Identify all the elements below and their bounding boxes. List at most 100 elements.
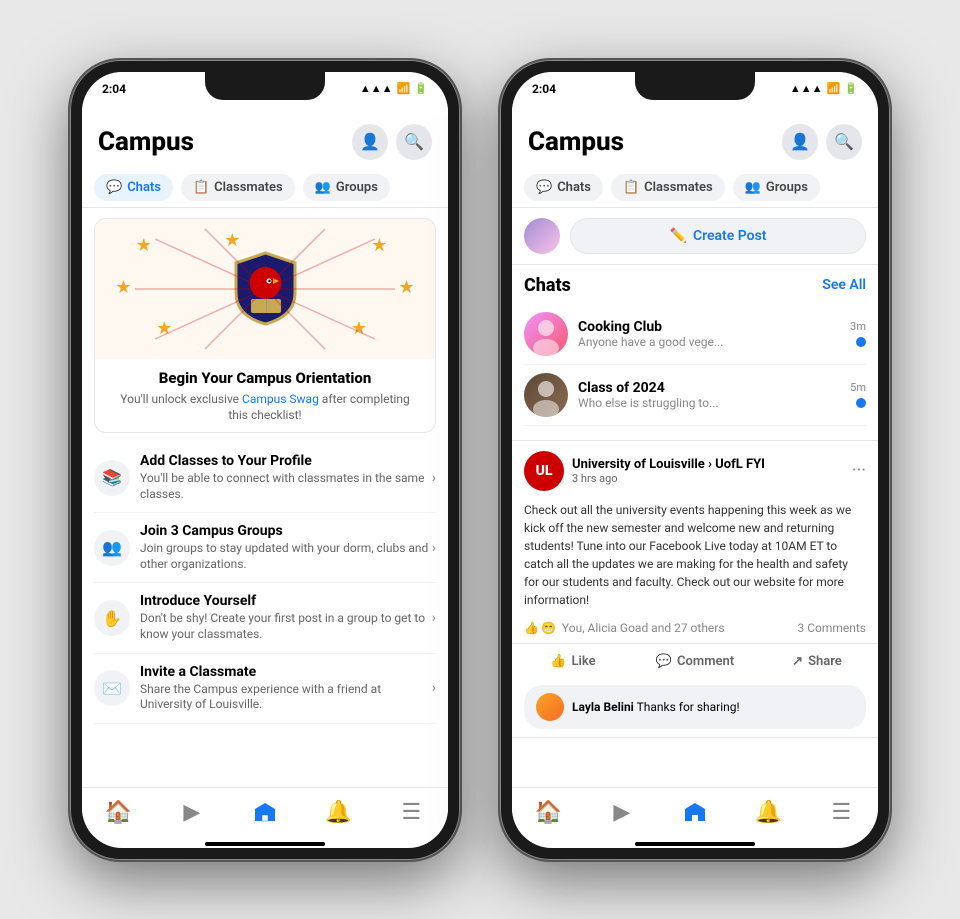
tab-classmates-label-1: Classmates bbox=[214, 180, 283, 195]
post-author: University of Louisville › UofL FYI bbox=[572, 457, 844, 472]
tab-groups-label-2: Groups bbox=[766, 180, 808, 195]
comment-button[interactable]: 💬 Comment bbox=[634, 648, 756, 675]
profile-icon-btn-1[interactable]: 👤 bbox=[352, 124, 388, 160]
share-label: Share bbox=[808, 654, 842, 669]
search-icon-btn-2[interactable]: 🔍 bbox=[826, 124, 862, 160]
banner-title: Begin Your Campus Orientation bbox=[109, 369, 421, 387]
checklist-item-2[interactable]: ✋ Introduce Yourself Don't be shy! Creat… bbox=[94, 583, 436, 653]
post-actions: 👍 Like 💬 Comment ↗ Share bbox=[512, 643, 878, 679]
like-label: Like bbox=[572, 654, 596, 669]
checklist-title-2: Introduce Yourself bbox=[140, 593, 432, 609]
search-icon-btn-1[interactable]: 🔍 bbox=[396, 124, 432, 160]
post-header: UL University of Louisville › UofL FYI 3… bbox=[512, 441, 878, 497]
checklist-item-3[interactable]: ✉️ Invite a Classmate Share the Campus e… bbox=[94, 654, 436, 724]
checklist-title-1: Join 3 Campus Groups bbox=[140, 523, 432, 539]
create-post-label: Create Post bbox=[693, 228, 767, 244]
chevron-right-icon-3: › bbox=[432, 680, 436, 696]
campus-swag-link[interactable]: Campus Swag bbox=[242, 392, 319, 406]
comment-count: 3 Comments bbox=[797, 621, 866, 635]
unread-dot-1 bbox=[856, 398, 866, 408]
tab-classmates-icon-2: 📋 bbox=[623, 180, 639, 195]
checklist-icon-2: ✋ bbox=[94, 600, 130, 636]
checklist-icon-0: 📚 bbox=[94, 460, 130, 496]
home-bar-2 bbox=[635, 842, 755, 846]
notch-2 bbox=[635, 72, 755, 100]
checklist-item-1[interactable]: 👥 Join 3 Campus Groups Join groups to st… bbox=[94, 513, 436, 583]
reaction-text: You, Alicia Goad and 27 others bbox=[562, 621, 725, 635]
phone-1: 2:04 ▲▲▲ 📶 🔋 Campus 👤 🔍 bbox=[70, 60, 460, 860]
chat-time-0: 3m bbox=[850, 320, 866, 333]
tab-chats-label-1: Chats bbox=[127, 180, 161, 195]
tab-groups-2[interactable]: 👥 Groups bbox=[733, 174, 820, 201]
tab-classmates-1[interactable]: 📋 Classmates bbox=[181, 174, 295, 201]
tab-chats-1[interactable]: 💬 Chats bbox=[94, 174, 173, 201]
nav-menu-1[interactable]: ☰ bbox=[391, 798, 431, 828]
tab-chats-2[interactable]: 💬 Chats bbox=[524, 174, 603, 201]
comment-icon: 💬 bbox=[656, 654, 672, 669]
profile-icon-btn-2[interactable]: 👤 bbox=[782, 124, 818, 160]
chat-item-1[interactable]: Class of 2024 Who else is struggling to.… bbox=[524, 365, 866, 426]
chats-section-header: Chats See All bbox=[524, 275, 866, 296]
chats-section: Chats See All Cooking Club bbox=[512, 265, 878, 432]
bottom-nav-1: 🏠 ▶ 🔔 ☰ bbox=[82, 787, 448, 836]
comment-author: Layla Belini bbox=[572, 700, 634, 714]
chat-preview-1: Who else is struggling to... bbox=[578, 396, 840, 410]
orientation-banner: ✕ ★ ★ ★ ★ ★ ★ ★ bbox=[94, 218, 436, 434]
nav-campus-2[interactable] bbox=[675, 798, 715, 828]
notch bbox=[205, 72, 325, 100]
rays-svg bbox=[95, 219, 435, 359]
edit-icon: ✏️ bbox=[670, 228, 687, 244]
screenshot-container: 2:04 ▲▲▲ 📶 🔋 Campus 👤 🔍 bbox=[20, 20, 940, 899]
checklist-desc-3: Share the Campus experience with a frien… bbox=[140, 682, 432, 713]
app-title-1: Campus bbox=[98, 127, 194, 157]
app-header-2: Campus 👤 🔍 bbox=[512, 116, 878, 168]
tab-groups-1[interactable]: 👥 Groups bbox=[303, 174, 390, 201]
tab-classmates-label-2: Classmates bbox=[644, 180, 713, 195]
banner-image: ★ ★ ★ ★ ★ ★ ★ bbox=[95, 219, 435, 359]
nav-video-1[interactable]: ▶ bbox=[172, 798, 212, 828]
checklist-desc-0: You'll be able to connect with classmate… bbox=[140, 471, 432, 502]
post-time: 3 hrs ago bbox=[572, 472, 844, 485]
chat-preview-0: Anyone have a good vege... bbox=[578, 335, 840, 349]
nav-home-2[interactable]: 🏠 bbox=[529, 798, 569, 828]
nav-bell-1[interactable]: 🔔 bbox=[318, 798, 358, 828]
nav-campus-1[interactable] bbox=[245, 798, 285, 828]
tab-chats-label-2: Chats bbox=[557, 180, 591, 195]
chat-time-1: 5m bbox=[850, 381, 866, 394]
checklist: 📚 Add Classes to Your Profile You'll be … bbox=[82, 443, 448, 786]
tabs-row-1: 💬 Chats 📋 Classmates 👥 Groups bbox=[82, 168, 448, 208]
like-icon: 👍 bbox=[550, 654, 566, 669]
post-org-avatar: UL bbox=[524, 451, 564, 491]
time-2: 2:04 bbox=[532, 82, 556, 96]
post-reactions: 👍 😁 You, Alicia Goad and 27 others 3 Com… bbox=[512, 617, 878, 643]
like-button[interactable]: 👍 Like bbox=[512, 648, 634, 675]
user-avatar-2 bbox=[524, 218, 560, 254]
create-post-row: ✏️ Create Post bbox=[512, 208, 878, 265]
nav-bell-2[interactable]: 🔔 bbox=[748, 798, 788, 828]
checklist-desc-1: Join groups to stay updated with your do… bbox=[140, 541, 432, 572]
nav-menu-2[interactable]: ☰ bbox=[821, 798, 861, 828]
status-icons-1: ▲▲▲ 📶 🔋 bbox=[360, 82, 428, 95]
tab-classmates-2[interactable]: 📋 Classmates bbox=[611, 174, 725, 201]
bottom-nav-2: 🏠 ▶ 🔔 ☰ bbox=[512, 787, 878, 836]
app-header-1: Campus 👤 🔍 bbox=[82, 116, 448, 168]
phone-2: 2:04 ▲▲▲ 📶 🔋 Campus 👤 🔍 bbox=[500, 60, 890, 860]
checklist-icon-3: ✉️ bbox=[94, 670, 130, 706]
chat-item-0[interactable]: Cooking Club Anyone have a good vege... … bbox=[524, 304, 866, 365]
see-all-button[interactable]: See All bbox=[822, 277, 866, 293]
app-title-2: Campus bbox=[528, 127, 624, 157]
share-button[interactable]: ↗ Share bbox=[756, 648, 878, 675]
comment-body: Thanks for sharing! bbox=[637, 700, 740, 714]
post-more-btn[interactable]: ··· bbox=[852, 460, 866, 481]
chevron-right-icon-1: › bbox=[432, 540, 436, 556]
checklist-item-0[interactable]: 📚 Add Classes to Your Profile You'll be … bbox=[94, 443, 436, 513]
chat-name-0: Cooking Club bbox=[578, 319, 840, 335]
checklist-desc-2: Don't be shy! Create your first post in … bbox=[140, 611, 432, 642]
nav-video-2[interactable]: ▶ bbox=[602, 798, 642, 828]
commenter-avatar bbox=[536, 693, 564, 721]
tab-groups-icon-2: 👥 bbox=[745, 180, 761, 195]
nav-home-1[interactable]: 🏠 bbox=[99, 798, 139, 828]
chevron-right-icon-2: › bbox=[432, 610, 436, 626]
chevron-right-icon-0: › bbox=[432, 470, 436, 486]
create-post-button[interactable]: ✏️ Create Post bbox=[570, 218, 866, 254]
